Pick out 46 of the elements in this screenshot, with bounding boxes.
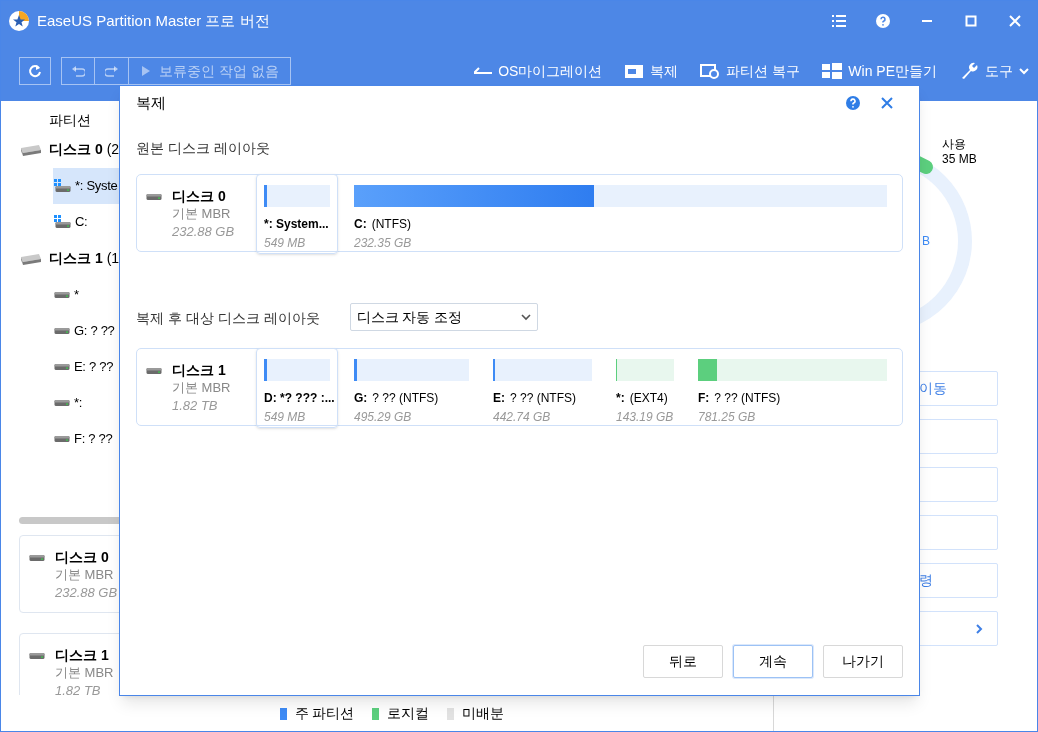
disk-label-fragment: (1 — [106, 249, 120, 268]
partition-size: 495.29 GB — [354, 409, 413, 426]
partition-name: *: — [616, 390, 625, 407]
section-header: 파티션 — [49, 112, 91, 128]
section-heading: 원본 디스크 레이아웃 — [135, 139, 271, 158]
partition-name: G: — [354, 390, 368, 407]
disk-type: 기본 MBR — [55, 664, 114, 682]
partition-size: 442.74 GB — [493, 409, 552, 426]
disk-size: 1.82 TB — [55, 682, 102, 695]
usage-value: 35 MB — [942, 152, 977, 167]
partition-name: E: — [493, 390, 505, 407]
disk-type: 기본 MBR — [172, 205, 232, 223]
partition-name: F: — [698, 390, 710, 407]
section-heading: 복제 후 대상 디스크 레이아웃 — [136, 309, 320, 328]
partition-name: C: — [354, 216, 367, 233]
file-system: ? ?? (NTFS) — [510, 390, 576, 407]
partition-name: *: System... — [264, 216, 329, 233]
disk-label-fragment: (2 — [106, 140, 120, 159]
partition-name: D: *? ??? :... — [264, 390, 335, 407]
partition-size: 232.35 GB — [354, 235, 413, 252]
file-system: (EXT4) — [629, 390, 668, 407]
file-system: ? ?? (NTFS) — [372, 390, 439, 407]
disk-name: 디스크 0 — [172, 187, 227, 205]
disk-name: 디스크 1 — [55, 646, 110, 664]
disk-name: 디스크 1 — [172, 361, 227, 379]
disk-name: 디스크 0 — [49, 140, 103, 159]
legend-label: 미배분 — [462, 704, 505, 723]
disk-name: 디스크 1 — [49, 249, 103, 268]
disk-size: 232.88 GB — [55, 584, 118, 602]
partition-size: 143.19 GB — [616, 409, 674, 426]
usage-label: 사용 — [942, 137, 967, 152]
file-system: (NTFS) — [371, 216, 411, 233]
disk-size: 232.88 GB — [172, 223, 235, 241]
legend-label: 로지컬 — [387, 704, 430, 723]
partition-size: 549 MB — [264, 409, 307, 426]
legend-label: 주 파티션 — [294, 704, 355, 723]
partition-size: 781.25 GB — [698, 409, 757, 426]
dialog-title: 복제 — [136, 92, 166, 113]
window-title: EaseUS Partition Master 프로 버전 — [37, 10, 270, 31]
disk-name: 디스크 0 — [55, 548, 110, 566]
file-system: ? ?? (NTFS) — [714, 390, 781, 407]
disk-size: 1.82 TB — [172, 397, 219, 415]
partition-size: 549 MB — [264, 235, 307, 252]
disk-type: 기본 MBR — [172, 379, 231, 397]
capacity-fragment: B — [922, 233, 930, 250]
disk-type: 기본 MBR — [55, 566, 115, 584]
